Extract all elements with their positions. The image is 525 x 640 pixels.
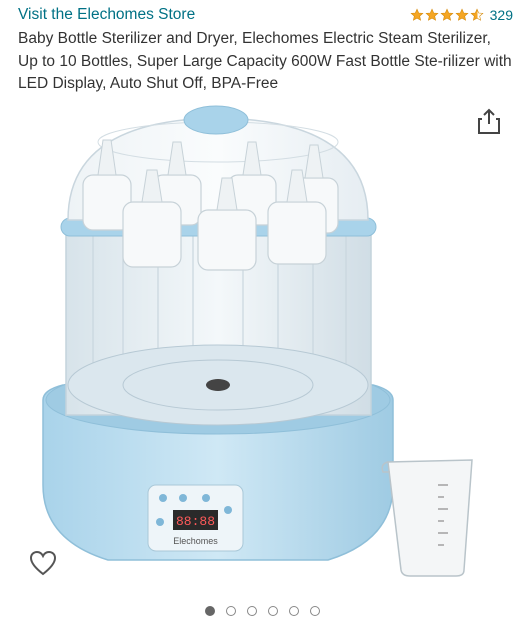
carousel-dot[interactable] xyxy=(247,606,257,616)
rating[interactable]: 329 xyxy=(410,7,513,23)
product-title: Baby Bottle Sterilizer and Dryer, Elecho… xyxy=(18,30,512,92)
carousel-dot[interactable] xyxy=(226,606,236,616)
carousel-dot[interactable] xyxy=(205,606,215,616)
carousel-dot[interactable] xyxy=(268,606,278,616)
star-icon xyxy=(425,8,439,21)
product-image[interactable]: 88:88 Elechomes xyxy=(28,100,498,590)
carousel-dots xyxy=(0,606,525,616)
rating-count[interactable]: 329 xyxy=(490,7,513,23)
header-bar: Visit the Elechomes Store 329 xyxy=(0,0,525,28)
heart-icon[interactable] xyxy=(28,548,58,578)
carousel-dot[interactable] xyxy=(310,606,320,616)
share-icon[interactable] xyxy=(476,108,502,136)
device-brand: Elechomes xyxy=(173,536,218,546)
star-rating xyxy=(410,8,484,22)
carousel-dot[interactable] xyxy=(289,606,299,616)
half-star-icon xyxy=(470,8,484,21)
star-icon xyxy=(455,8,469,21)
store-link[interactable]: Visit the Elechomes Store xyxy=(18,6,195,24)
star-icon xyxy=(410,8,424,21)
led-display: 88:88 xyxy=(176,514,215,529)
star-icon xyxy=(440,8,454,21)
